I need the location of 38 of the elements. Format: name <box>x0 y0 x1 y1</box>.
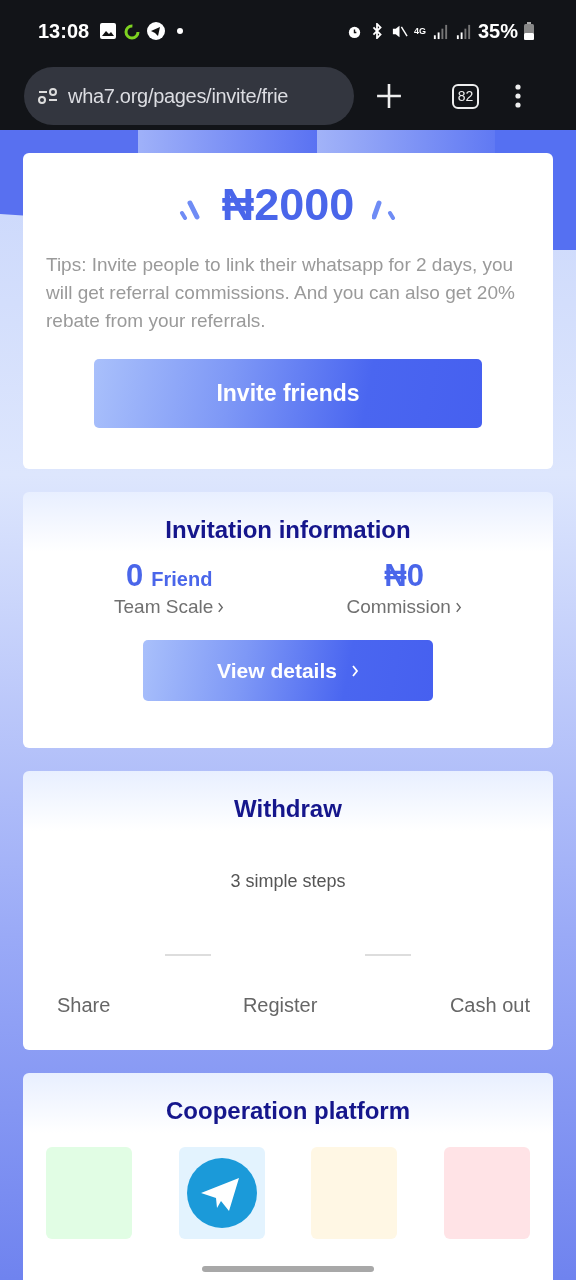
platform-tile[interactable] <box>443 1147 530 1239</box>
more-options-icon[interactable] <box>515 84 521 108</box>
battery-icon <box>524 22 534 40</box>
stat-value: 0 <box>126 558 144 594</box>
battery-level: 35% <box>477 19 518 43</box>
paper-plane-icon <box>186 1158 257 1228</box>
signal-icon <box>431 22 449 40</box>
tips-text: Tips: Invite people to link their whatsapp for 2 days, you will get referral commissions. And you can also get 20% rebate from your referrals. <box>46 253 516 333</box>
platform-tile[interactable] <box>178 1147 265 1239</box>
card-title: Invitation information <box>165 516 411 544</box>
chevron-icon <box>217 601 225 613</box>
invite-friends-button[interactable]: Invite friends <box>94 359 482 428</box>
sync-icon <box>123 22 142 40</box>
network-type: 4G <box>413 26 426 36</box>
signal-icon <box>454 22 472 40</box>
platform-tile[interactable] <box>311 1147 398 1239</box>
notification-dot-icon <box>177 28 184 34</box>
reward-amount: ₦2000 <box>221 179 355 231</box>
stat-link[interactable]: Commission <box>346 596 462 618</box>
steps-subtitle: 3 simple steps <box>230 871 346 892</box>
image-icon <box>99 22 118 40</box>
tab-count-button[interactable]: 82 <box>452 83 479 109</box>
chevron-icon <box>350 664 359 677</box>
stat-unit: Friend <box>151 568 213 591</box>
clock-time: 13:08 <box>38 19 90 43</box>
address-field[interactable]: wha7.org/pages/invite/frie <box>24 67 354 125</box>
paper-plane-icon <box>147 22 166 40</box>
stat-value: ₦0 <box>384 558 424 594</box>
step-label: Cash out <box>449 993 530 1017</box>
card-title: Cooperation platform <box>166 1097 410 1125</box>
stat-link[interactable]: Team Scale <box>114 596 225 618</box>
chevron-icon <box>454 601 462 613</box>
view-details-button[interactable]: View details <box>143 640 433 701</box>
new-tab-icon[interactable] <box>376 83 402 109</box>
card-title: Withdraw <box>234 795 342 823</box>
step-label: Register <box>242 993 318 1017</box>
platform-tile[interactable] <box>46 1147 132 1239</box>
step-label: Share <box>57 993 111 1017</box>
